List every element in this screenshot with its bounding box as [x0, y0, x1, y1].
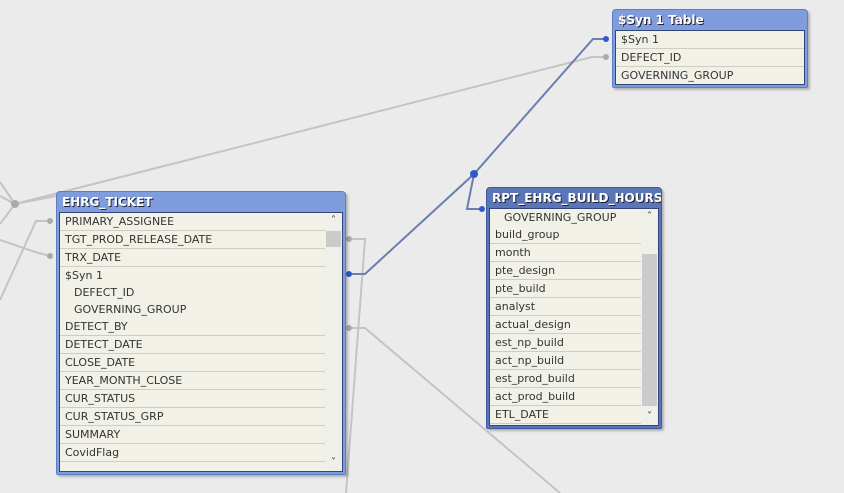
chevron-up-icon[interactable]: ˄ [325, 213, 342, 229]
table-title[interactable]: RPT_EHRG_BUILD_HOURS [487, 188, 661, 207]
link-node [470, 170, 478, 178]
chevron-up-icon[interactable]: ˄ [641, 209, 658, 225]
field-row[interactable]: GOVERNING_GROUP [616, 67, 804, 84]
field-row[interactable]: CUR_STATUS [60, 390, 325, 408]
field-row[interactable]: est_prod_build [490, 370, 641, 388]
field-row[interactable]: CovidFlag [60, 444, 325, 462]
link-line [14, 56, 606, 205]
field-row[interactable]: analyst [490, 298, 641, 316]
field-row[interactable]: DEFECT_ID [60, 284, 325, 301]
chevron-down-icon[interactable]: ˅ [641, 409, 658, 425]
field-row[interactable]: DETECT_BY [60, 318, 325, 336]
field-row[interactable]: est_np_build [490, 334, 641, 352]
field-row[interactable]: TRX_DATE [60, 249, 325, 267]
table-title[interactable]: $Syn 1 Table [613, 10, 807, 29]
table-rpt-ehrg-build-hours[interactable]: RPT_EHRG_BUILD_HOURS GOVERNING_GROUP buil… [486, 187, 662, 429]
scrollbar-thumb[interactable] [326, 231, 341, 247]
field-row[interactable]: build_group [490, 226, 641, 244]
link-node [11, 200, 19, 208]
field-row[interactable]: CUR_STATUS_GRP [60, 408, 325, 426]
link-line [0, 239, 51, 257]
field-row[interactable]: act_prod_build [490, 388, 641, 406]
field-row[interactable]: TGT_PROD_RELEASE_DATE [60, 231, 325, 249]
table-ehrg-ticket[interactable]: EHRG_TICKET PRIMARY_ASSIGNEE TGT_PROD_REL… [56, 191, 346, 475]
field-row[interactable]: SUMMARY [60, 426, 325, 444]
field-row[interactable]: act_np_build [490, 352, 641, 370]
field-row[interactable]: pte_design [490, 262, 641, 280]
field-row[interactable]: month [490, 244, 641, 262]
field-row[interactable]: PRIMARY_ASSIGNEE [60, 213, 325, 231]
field-row[interactable]: GOVERNING_GROUP [490, 209, 641, 226]
field-row[interactable]: pte_build [490, 280, 641, 298]
scrollbar[interactable]: ˄ ˅ [641, 209, 658, 425]
field-row[interactable]: GOVERNING_GROUP [60, 301, 325, 318]
link-line [0, 220, 50, 301]
scrollbar-thumb[interactable] [642, 254, 657, 406]
scrollbar[interactable]: ˄ ˅ [325, 213, 342, 471]
field-row[interactable]: CLOSE_DATE [60, 354, 325, 372]
field-row[interactable]: actual_design [490, 316, 641, 334]
table-syn1[interactable]: $Syn 1 Table $Syn 1 DEFECT_ID GOVERNING_GR… [612, 9, 808, 88]
field-row[interactable]: ETL_DATE [490, 406, 641, 424]
table-title[interactable]: EHRG_TICKET [57, 192, 345, 211]
field-row[interactable]: $Syn 1 [616, 31, 804, 49]
field-row[interactable]: DETECT_DATE [60, 336, 325, 354]
field-row[interactable]: DEFECT_ID [616, 49, 804, 67]
field-row[interactable]: YEAR_MONTH_CLOSE [60, 372, 325, 390]
chevron-down-icon[interactable]: ˅ [325, 455, 342, 471]
link-line [345, 238, 367, 493]
field-row[interactable]: $Syn 1 [60, 267, 325, 284]
